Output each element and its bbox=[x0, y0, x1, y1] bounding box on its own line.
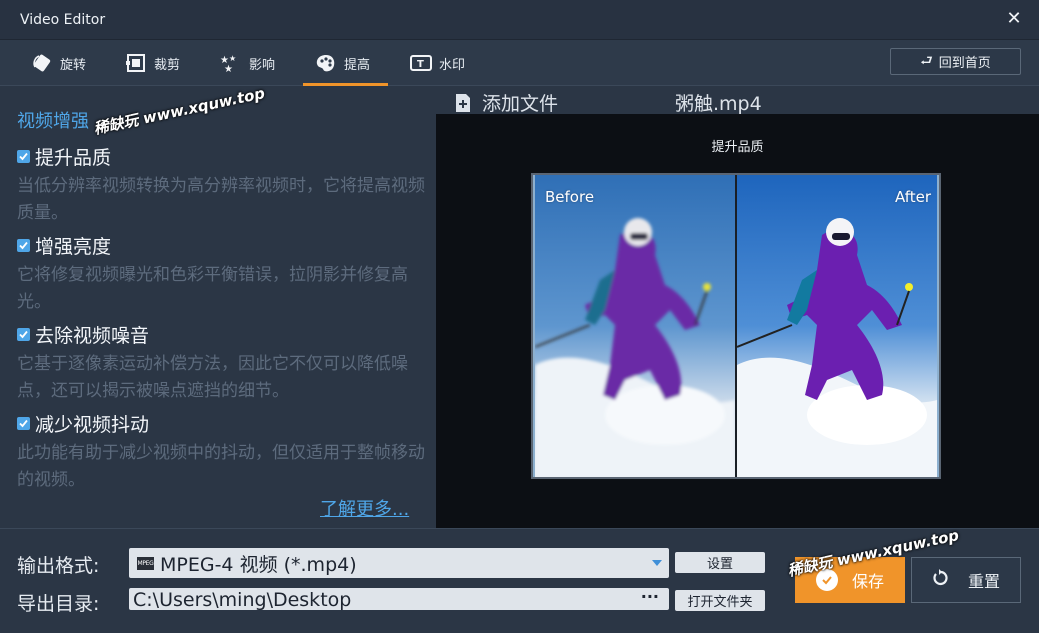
after-image: After bbox=[737, 175, 937, 477]
upscale-description: 当低分辨率视频转换为高分辨率视频时，它将提高视频质量。 bbox=[17, 176, 425, 223]
effects-icon: ★ ★ ★ bbox=[220, 52, 242, 74]
denoise-label: 去除视频噪音 bbox=[35, 324, 150, 347]
file-name: 粥触.mp4 bbox=[675, 93, 762, 115]
preview-panel: 添加文件 粥触.mp4 提升品质 Before After bbox=[436, 87, 1039, 528]
svg-text:T: T bbox=[417, 59, 424, 70]
stabilize-checkbox[interactable] bbox=[17, 416, 30, 430]
stabilize-description: 此功能有助于减少视频中的抖动，但仅适用于整帧移动的视频。 bbox=[17, 443, 425, 490]
denoise-description: 它基于逐像素运动补偿方法，因此它不仅可以降低噪点，还可以揭示被噪点遮挡的细节。 bbox=[17, 354, 408, 401]
tab-enhance-label: 提高 bbox=[344, 57, 371, 73]
reset-icon bbox=[932, 569, 950, 591]
close-icon[interactable]: ✕ bbox=[1003, 8, 1025, 30]
video-format-icon: MPEG bbox=[137, 556, 154, 570]
before-label: Before bbox=[545, 188, 595, 206]
add-file-label: 添加文件 bbox=[482, 93, 559, 115]
output-directory-field[interactable]: C:\Users\ming\Desktop ··· bbox=[129, 588, 669, 610]
svg-text:★: ★ bbox=[229, 54, 236, 63]
directory-label: 导出目录: bbox=[17, 593, 100, 615]
after-label: After bbox=[894, 188, 931, 206]
tab-crop-label: 裁剪 bbox=[154, 57, 181, 73]
add-file-button[interactable]: 添加文件 bbox=[454, 89, 558, 116]
add-file-icon bbox=[456, 93, 470, 112]
before-image: Before bbox=[535, 175, 735, 477]
tab-effects[interactable]: ★ ★ ★ 影响 bbox=[220, 40, 275, 86]
tab-enhance[interactable]: 提高 bbox=[302, 40, 389, 86]
tab-watermark[interactable]: T 水印 bbox=[410, 40, 465, 86]
directory-value: C:\Users\ming\Desktop bbox=[133, 589, 352, 610]
check-icon bbox=[815, 569, 838, 591]
enhance-options-panel: 视频增强 提升品质 当低分辨率视频转换为高分辨率视频时，它将提高视频质量。 增强… bbox=[0, 87, 435, 528]
rotate-icon bbox=[31, 52, 53, 74]
brightness-checkbox[interactable] bbox=[17, 238, 30, 252]
format-select[interactable]: MPEG MPEG-4 视频 (*.mp4) bbox=[129, 548, 669, 578]
option-denoise: 去除视频噪音 它基于逐像素运动补偿方法，因此它不仅可以降低噪点，还可以揭示被噪点… bbox=[17, 321, 427, 405]
denoise-checkbox[interactable] bbox=[17, 327, 30, 341]
tab-watermark-label: 水印 bbox=[439, 57, 466, 73]
reset-label: 重置 bbox=[967, 572, 1000, 591]
tab-rotate[interactable]: 旋转 bbox=[31, 40, 86, 86]
tab-crop[interactable]: 裁剪 bbox=[125, 40, 180, 86]
brightness-description: 它将修复视频曝光和色彩平衡错误，拉阴影并修复高光。 bbox=[17, 265, 408, 312]
window-title: Video Editor bbox=[20, 12, 106, 28]
save-button[interactable]: 保存 bbox=[795, 557, 905, 603]
palette-icon bbox=[315, 52, 337, 74]
svg-text:★: ★ bbox=[224, 64, 233, 73]
upscale-checkbox[interactable] bbox=[17, 149, 30, 163]
settings-button[interactable]: 设置 bbox=[675, 552, 765, 573]
tab-effects-label: 影响 bbox=[249, 57, 276, 73]
return-home-button[interactable]: ⮐ 回到首页 bbox=[890, 48, 1021, 75]
brightness-label: 增强亮度 bbox=[35, 235, 112, 258]
chevron-down-icon bbox=[652, 560, 662, 566]
stabilize-label: 减少视频抖动 bbox=[35, 413, 150, 436]
option-brightness: 增强亮度 它将修复视频曝光和色彩平衡错误，拉阴影并修复高光。 bbox=[17, 232, 427, 316]
preview-caption: 提升品质 bbox=[711, 140, 764, 155]
output-bar: 输出格式: MPEG MPEG-4 视频 (*.mp4) 设置 导出目录: C:… bbox=[0, 528, 1039, 633]
return-home-label: 回到首页 bbox=[938, 56, 991, 71]
tool-tabbar: 旋转 裁剪 ★ ★ ★ 影响 提高 T 水印 ⮐ 回到首页 bbox=[0, 40, 1039, 86]
upscale-label: 提升品质 bbox=[35, 146, 112, 169]
open-folder-button[interactable]: 打开文件夹 bbox=[675, 590, 765, 611]
option-upscale: 提升品质 当低分辨率视频转换为高分辨率视频时，它将提高视频质量。 bbox=[17, 143, 427, 227]
title-bar: Video Editor ✕ bbox=[0, 0, 1039, 40]
before-after-preview: Before After bbox=[531, 173, 941, 479]
tab-rotate-label: 旋转 bbox=[60, 57, 87, 73]
preview-header: 添加文件 粥触.mp4 bbox=[436, 87, 1039, 116]
return-icon: ⮐ bbox=[920, 52, 933, 69]
crop-icon bbox=[125, 52, 147, 74]
reset-button[interactable]: 重置 bbox=[911, 557, 1021, 603]
learn-more-link[interactable]: 了解更多... bbox=[320, 495, 409, 521]
save-label: 保存 bbox=[851, 572, 884, 591]
watermark-icon: T bbox=[410, 52, 432, 74]
browse-icon[interactable]: ··· bbox=[641, 588, 659, 609]
format-label: 输出格式: bbox=[17, 555, 100, 577]
option-stabilize: 减少视频抖动 此功能有助于减少视频中的抖动，但仅适用于整帧移动的视频。 bbox=[17, 410, 427, 494]
format-value: MPEG-4 视频 (*.mp4) bbox=[160, 553, 357, 576]
section-title: 视频增强 bbox=[17, 111, 89, 132]
